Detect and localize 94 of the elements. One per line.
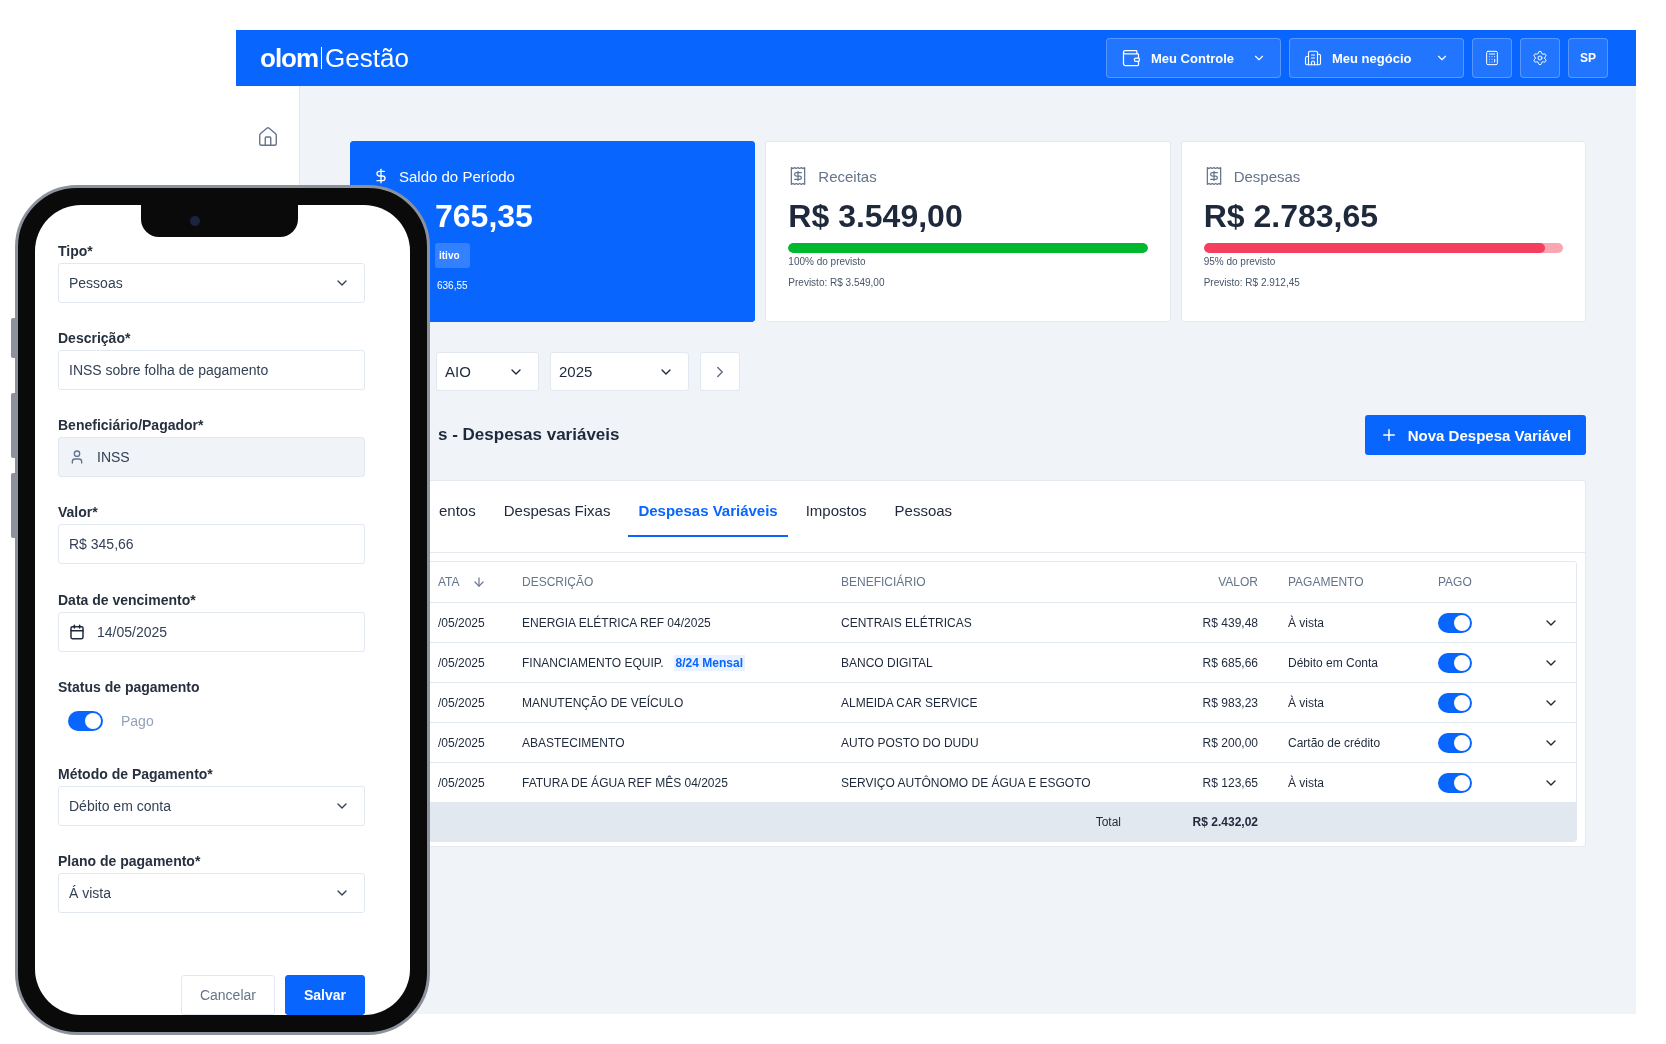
payment-cell-text: À vista [1288, 775, 1325, 790]
paid-toggle[interactable] [1438, 772, 1472, 793]
progress-label: 100% do previsto [788, 256, 867, 267]
payment-cell-text: À vista [1288, 615, 1325, 630]
menu-dropdown[interactable]: Meu Controle [1106, 38, 1281, 78]
total-value: R$ 2.432,02 [1191, 815, 1258, 829]
value-cell-text: R$ 200,00 [1201, 735, 1258, 750]
column-header: DESCRIÇÃO [522, 575, 595, 589]
beneficiary-cell-text: SERVIÇO AUTÔNOMO DE ÁGUA E ESGOTO [841, 775, 1092, 790]
tab[interactable]: Despesas Fixas [493, 485, 621, 537]
description-cell: FINANCIAMENTO EQUIP. [522, 655, 664, 670]
field-label: Status de pagamento [58, 678, 201, 697]
beneficiary-cell-text: CENTRAIS ELÉTRICAS [841, 615, 973, 630]
save-button[interactable]: Salvar [284, 975, 365, 1015]
tab[interactable]: Impostos [795, 485, 877, 537]
paid-toggle[interactable] [1438, 692, 1472, 713]
balance-amount: 765,35 [435, 198, 533, 235]
date-field[interactable]: 14/05/2025 [58, 611, 365, 652]
payment-cell-text: Cartão de crédito [1288, 735, 1382, 750]
field-label: Beneficiário/Pagador* [58, 417, 205, 436]
description-cell: ABASTECIMENTO [522, 735, 625, 750]
field-label: Data de vencimento* [58, 591, 197, 610]
dollar-icon [373, 168, 389, 184]
field-label: Descrição* [58, 330, 132, 349]
date-cell-text: /05/2025 [438, 775, 486, 790]
select-field[interactable]: Pessoas [58, 263, 365, 303]
value-cell-text: R$ 983,23 [1201, 695, 1258, 710]
column-header[interactable]: ATA [438, 575, 460, 589]
new-expense-button[interactable]: Nova Despesa Variável [1365, 415, 1586, 455]
input-field[interactable]: INSS [58, 437, 365, 478]
card-title: Receitas [818, 167, 877, 185]
date-cell-text: /05/2025 [438, 735, 486, 750]
paid-toggle[interactable] [1438, 652, 1472, 673]
beneficiary-cell-text: ALMEIDA CAR SERVICE [841, 695, 979, 710]
description-cell: MANUTENÇÃO DE VEÍCULO [522, 695, 684, 710]
column-header: VALOR [1217, 575, 1258, 589]
field-label: Valor* [58, 504, 99, 523]
card-title: Despesas [1233, 167, 1301, 185]
year-select[interactable]: 2025 [550, 352, 689, 391]
field-label: Método de Pagamento* [58, 765, 214, 784]
calendar-icon [69, 623, 85, 640]
card-amount: R$ 2.783,65 [1203, 198, 1379, 235]
description-cell: ENERGIA ELÉTRICA REF 04/2025 [522, 615, 711, 630]
value-cell-text: R$ 439,48 [1201, 615, 1258, 630]
value-cell-text: R$ 685,66 [1201, 655, 1258, 670]
value-cell-text: R$ 123,65 [1201, 775, 1258, 790]
column-header: PAGAMENTO [1288, 575, 1365, 589]
description-cell: FATURA DE ÁGUA REF MÊS 04/2025 [522, 775, 728, 790]
tab[interactable]: entos [437, 485, 486, 537]
beneficiary-cell-text: AUTO POSTO DO DUDU [841, 735, 980, 750]
paid-toggle[interactable] [1438, 612, 1472, 633]
building-icon [1304, 49, 1322, 67]
column-header: PAGO [1438, 575, 1473, 589]
date-cell-text: /05/2025 [438, 655, 486, 670]
expected-amount: Previsto: R$ 3.549,00 [788, 277, 886, 288]
tab[interactable]: Despesas Variáveis [628, 485, 788, 537]
month-select[interactable]: AIO [436, 352, 539, 391]
balance-note: 636,55 [436, 280, 468, 291]
cancel-button[interactable]: Cancelar [180, 975, 275, 1015]
sort-down-icon[interactable] [471, 575, 486, 589]
select-field[interactable]: Á vista [58, 872, 365, 913]
field-label: Plano de pagamento* [58, 852, 202, 871]
input-field[interactable]: R$ 345,66 [58, 524, 365, 565]
calculator-icon [1484, 50, 1500, 66]
toggle-label: Pago [121, 712, 154, 729]
calculator-button[interactable] [1472, 38, 1512, 78]
card-amount: R$ 3.549,00 [788, 198, 964, 235]
toggle-switch[interactable] [68, 710, 103, 731]
installment-tag: 8/24 Mensal [673, 654, 745, 671]
home-icon[interactable] [256, 126, 279, 148]
progress-label: 95% do previsto [1203, 256, 1277, 267]
field-label: Tipo* [58, 243, 94, 261]
expected-amount: Previsto: R$ 2.912,45 [1203, 277, 1301, 288]
paid-toggle[interactable] [1438, 732, 1472, 753]
section-title: s - Despesas variáveis [438, 425, 620, 445]
date-cell-text: /05/2025 [438, 695, 486, 710]
column-header: BENEFICIÁRIO [841, 575, 927, 589]
select-field[interactable]: Débito em conta [58, 785, 365, 826]
total-label: Total [1094, 815, 1121, 829]
payment-cell-text: Débito em Conta [1288, 655, 1380, 670]
date-cell-text: /05/2025 [438, 615, 486, 630]
settings-button[interactable] [1520, 38, 1560, 78]
menu-dropdown[interactable]: Meu negócio [1289, 38, 1464, 78]
logo: olom Gestão [260, 42, 410, 74]
person-icon [69, 449, 85, 466]
user-avatar[interactable]: SP [1568, 38, 1608, 78]
settings-icon [1532, 50, 1548, 66]
status-badge: itivo [435, 243, 470, 268]
input-field[interactable]: INSS sobre folha de pagamento [58, 350, 365, 391]
beneficiary-cell-text: BANCO DIGITAL [841, 655, 934, 670]
tab[interactable]: Pessoas [884, 485, 963, 537]
card-title: Saldo do Período [399, 167, 515, 185]
wallet-icon [1121, 48, 1141, 68]
payment-cell-text: À vista [1288, 695, 1325, 710]
